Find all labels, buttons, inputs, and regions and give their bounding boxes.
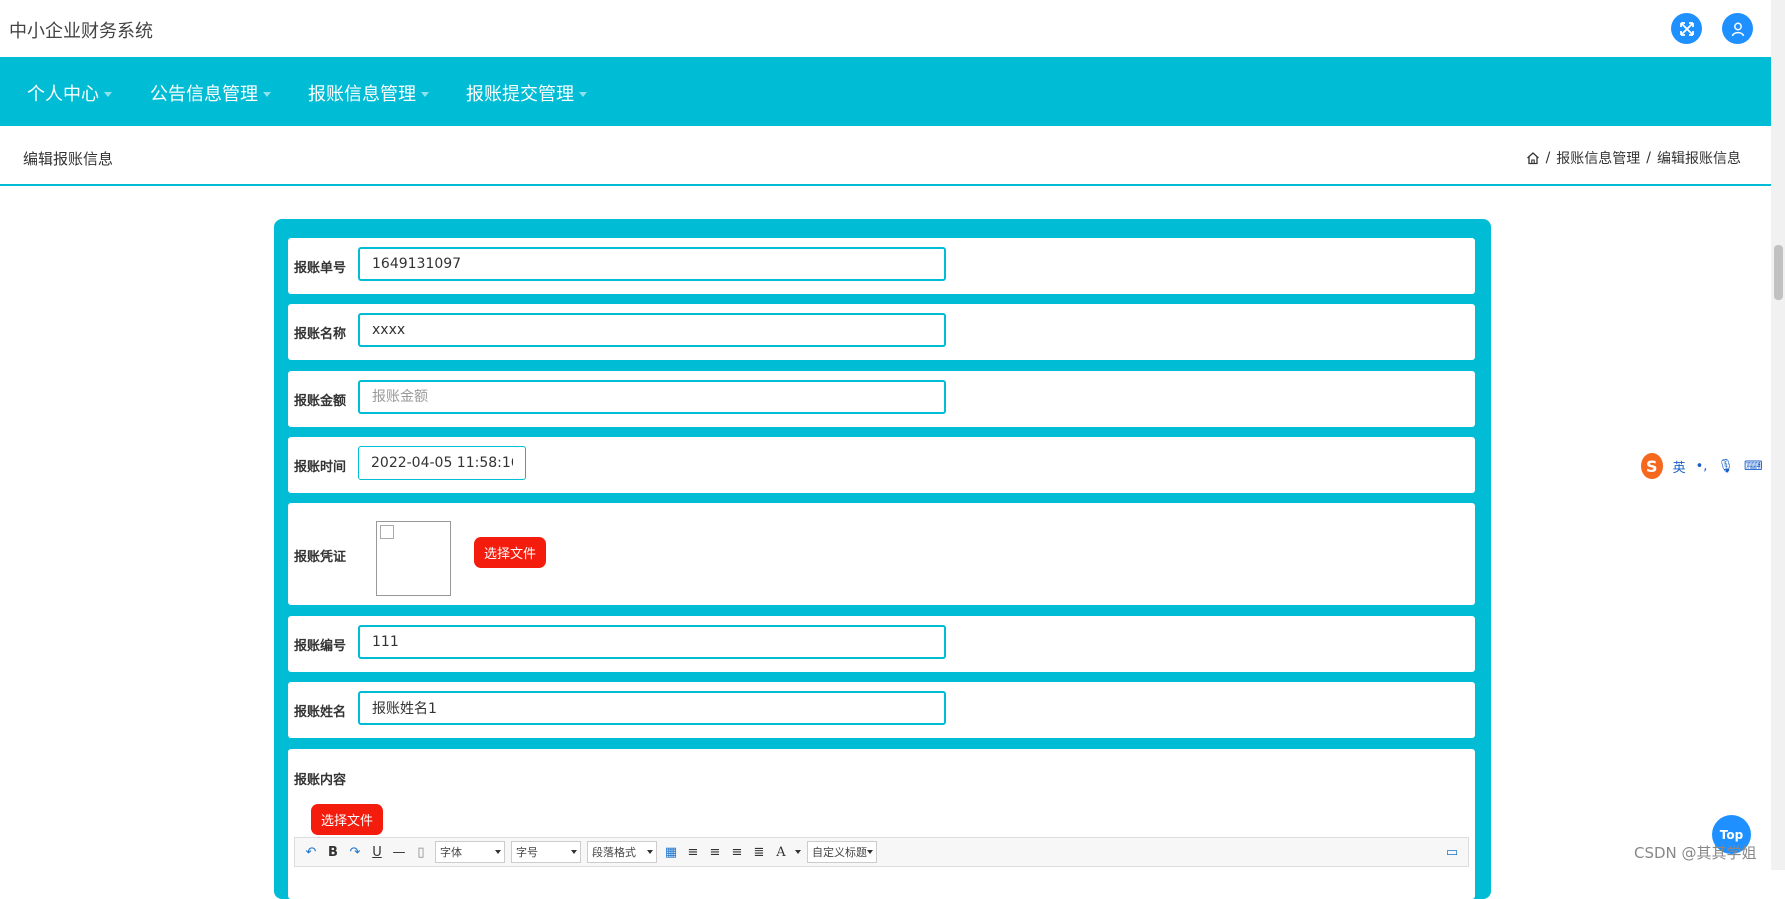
time-input[interactable] (358, 446, 526, 480)
number-label: 报账编号 (294, 639, 347, 654)
table-icon[interactable]: ▦ (663, 845, 679, 860)
name-label: 报账名称 (294, 327, 347, 342)
fullscreen-button[interactable] (1671, 13, 1702, 44)
align-left-icon[interactable]: ≡ (685, 845, 701, 860)
page-scrollbar[interactable] (1771, 0, 1785, 870)
voucher-image-preview (376, 521, 451, 596)
broken-image-icon (380, 525, 394, 539)
editor-toolbar: ↶ B ↷ U — ▯ 字体 字号 段落格式 ▦ ≡ ≡ ≡ ≣ A 自定义标题… (294, 837, 1469, 867)
breadcrumb-separator: / (1646, 150, 1651, 166)
nav-item-label: 个人中心 (27, 84, 99, 105)
custom-title-label: 自定义标题 (812, 846, 867, 859)
expand-icon (1679, 21, 1694, 36)
form-row-person: 报账姓名 (288, 682, 1475, 738)
font-family-label: 字体 (440, 846, 462, 859)
person-input[interactable] (358, 691, 946, 725)
keyboard-icon[interactable]: ⌨ (1744, 459, 1763, 474)
caret-down-icon (867, 850, 873, 854)
user-icon (1731, 22, 1744, 36)
caret-down-icon (571, 850, 577, 854)
ime-language-toggle[interactable]: 英 (1673, 457, 1686, 476)
microphone-icon[interactable]: 🎙 (1717, 459, 1734, 474)
document-icon[interactable]: ▯ (413, 845, 429, 860)
font-size-label: 字号 (516, 846, 538, 859)
nav-item-announcement[interactable]: 公告信息管理 (150, 80, 271, 106)
scrollbar-thumb[interactable] (1774, 245, 1783, 300)
edit-form-card: 报账单号 报账名称 报账金额 报账时间 报账凭证 选择文件 报账编号 报账姓名 … (274, 219, 1491, 899)
custom-title-select[interactable]: 自定义标题 (807, 841, 877, 863)
amount-input[interactable] (358, 380, 946, 414)
breadcrumb-parent[interactable]: 报账信息管理 (1556, 148, 1640, 168)
align-right-icon[interactable]: ≡ (729, 845, 745, 860)
page-heading: 编辑报账信息 / 报账信息管理 / 编辑报账信息 (0, 126, 1771, 186)
nav-item-reimbursement-submit[interactable]: 报账提交管理 (466, 80, 587, 106)
voucher-choose-file-button[interactable]: 选择文件 (474, 537, 547, 568)
align-center-icon[interactable]: ≡ (707, 845, 723, 860)
caret-down-icon (795, 850, 801, 854)
main-nav: 个人中心 公告信息管理 报账信息管理 报账提交管理 (0, 57, 1771, 126)
home-icon[interactable] (1526, 151, 1540, 165)
breadcrumb: / 报账信息管理 / 编辑报账信息 (1526, 148, 1741, 168)
font-color-button[interactable]: A (773, 845, 789, 860)
number-input[interactable] (358, 625, 946, 659)
nav-item-label: 报账提交管理 (466, 84, 574, 105)
underline-button[interactable]: U (369, 845, 385, 860)
form-row-order-no: 报账单号 (288, 238, 1475, 294)
person-label: 报账姓名 (294, 705, 347, 720)
font-size-select[interactable]: 字号 (511, 841, 581, 863)
nav-item-label: 公告信息管理 (150, 84, 258, 105)
breadcrumb-separator: / (1545, 150, 1551, 166)
align-justify-icon[interactable]: ≣ (751, 845, 767, 860)
paragraph-select[interactable]: 段落格式 (587, 841, 657, 863)
voucher-label: 报账凭证 (294, 550, 347, 565)
watermark: CSDN @其其学姐 (1634, 844, 1757, 862)
user-button[interactable] (1722, 13, 1753, 44)
font-family-select[interactable]: 字体 (435, 841, 505, 863)
time-label: 报账时间 (294, 460, 347, 475)
name-input[interactable] (358, 313, 946, 347)
punctuation-icon[interactable]: •, (1696, 459, 1708, 474)
preview-icon[interactable]: ▭ (1444, 845, 1460, 860)
paragraph-label: 段落格式 (592, 846, 636, 859)
content-choose-file-button[interactable]: 选择文件 (311, 804, 384, 835)
form-row-name: 报账名称 (288, 304, 1475, 360)
form-row-voucher: 报账凭证 选择文件 (288, 503, 1475, 605)
order-no-label: 报账单号 (294, 261, 347, 276)
form-row-amount: 报账金额 (288, 371, 1475, 427)
undo-icon[interactable]: ↶ (303, 845, 319, 860)
page-title: 编辑报账信息 (23, 150, 114, 168)
caret-down-icon (263, 91, 271, 97)
caret-down-icon (495, 850, 501, 854)
order-no-input[interactable] (358, 247, 946, 281)
form-row-number: 报账编号 (288, 616, 1475, 672)
caret-down-icon (579, 91, 587, 97)
form-row-content: 报账内容 选择文件 ↶ B ↷ U — ▯ 字体 字号 段落格式 ▦ ≡ ≡ ≡… (288, 749, 1475, 899)
breadcrumb-current: 编辑报账信息 (1657, 151, 1741, 167)
ime-toolbar: S 英 •, 🎙 ⌨ ▦ (1641, 452, 1785, 480)
top-header: 中小企业财务系统 (0, 0, 1771, 57)
form-row-time: 报账时间 (288, 437, 1475, 493)
horizontal-rule-icon[interactable]: — (391, 845, 407, 860)
sogou-logo-icon[interactable]: S (1641, 453, 1663, 479)
nav-item-reimbursement-info[interactable]: 报账信息管理 (308, 80, 429, 106)
caret-down-icon (647, 850, 653, 854)
redo-icon[interactable]: ↷ (347, 845, 363, 860)
caret-down-icon (421, 91, 429, 97)
nav-item-label: 报账信息管理 (308, 84, 416, 105)
bold-button[interactable]: B (325, 845, 341, 860)
caret-down-icon (104, 91, 112, 97)
app-title: 中小企业财务系统 (9, 21, 153, 42)
amount-label: 报账金额 (294, 394, 347, 409)
content-label: 报账内容 (294, 773, 347, 788)
nav-item-personal-center[interactable]: 个人中心 (27, 80, 112, 106)
